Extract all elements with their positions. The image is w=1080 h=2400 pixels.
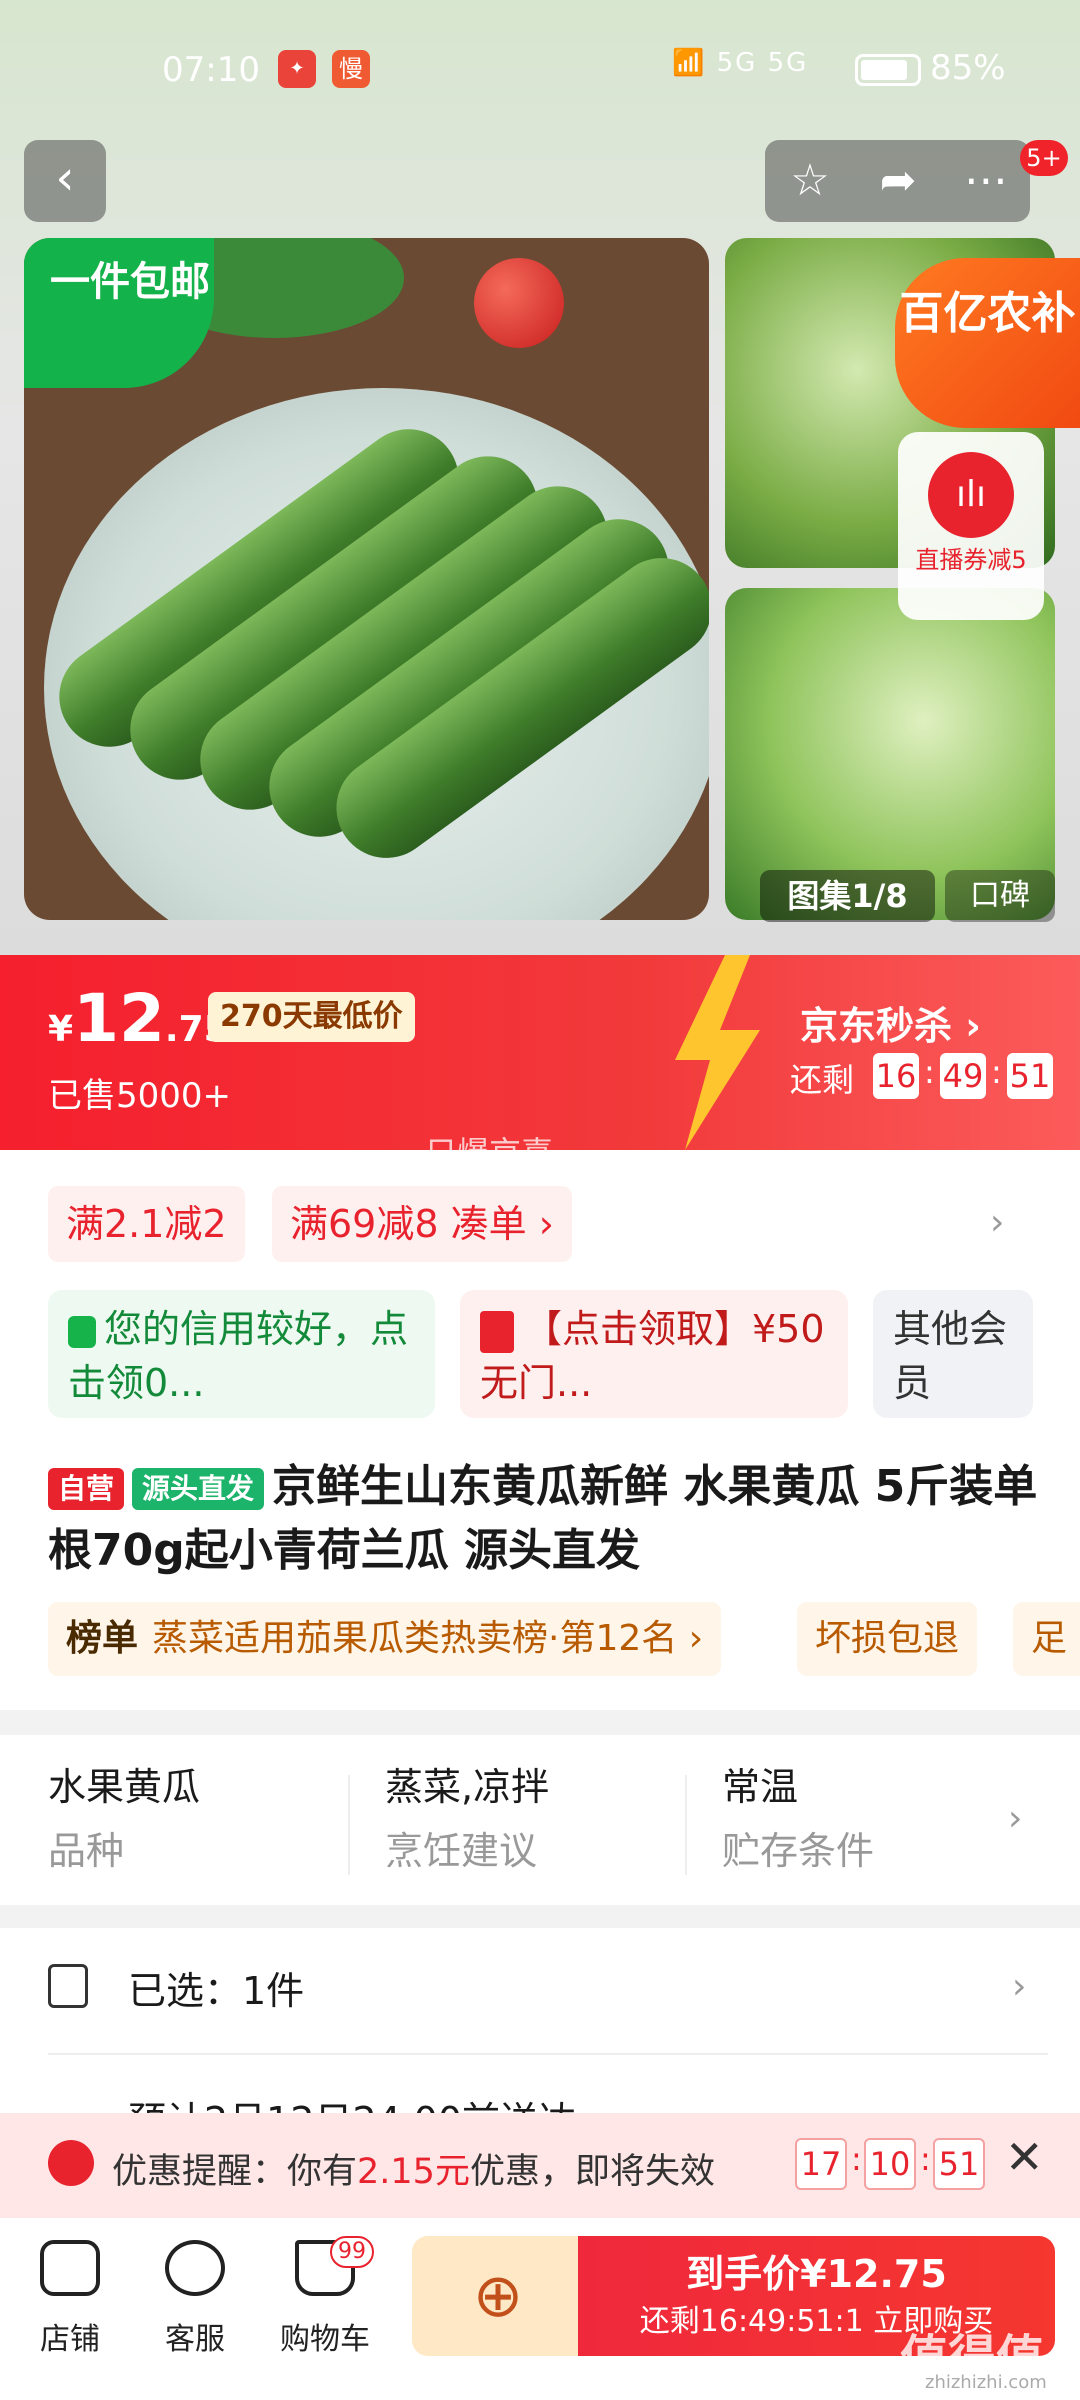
attribute-value: 蒸菜,凉拌 [385, 1765, 550, 1809]
coupon-benefit-card[interactable]: 【点击领取】¥50无门... [460, 1290, 848, 1418]
add-to-cart-button[interactable]: ⊕ [412, 2236, 584, 2356]
chevron-left-icon: ‹ [55, 150, 75, 206]
price-integer: 12 [73, 980, 165, 1057]
member-benefit-card[interactable]: 其他会员 [873, 1290, 1033, 1418]
header-toolbar: ☆ ➦ ⋯ [765, 140, 1030, 222]
selection-chevron-icon[interactable]: › [1012, 1966, 1026, 2007]
chevron-right-icon: › [965, 1004, 981, 1048]
current-price: ¥12.75 [48, 980, 229, 1057]
promo-chip-bundle[interactable]: 满69减8 凑单 › [272, 1186, 572, 1262]
divider [685, 1775, 687, 1875]
battery-icon [855, 54, 921, 86]
customer-service-button[interactable]: 客服 [135, 2240, 255, 2358]
app-notification-icon-2: 慢 [332, 50, 370, 88]
attribute-storage: 常温 贮存条件 [722, 1762, 1052, 1876]
back-button[interactable]: ‹ [24, 140, 106, 222]
attribute-key: 品种 [48, 1829, 125, 1873]
ranking-text: 蒸菜适用茄果瓜类热卖榜·第12名 [152, 1618, 678, 1659]
chat-icon [165, 2240, 225, 2296]
divider [48, 2053, 1048, 2055]
attribute-value: 常温 [722, 1765, 799, 1809]
ranking-link[interactable]: 榜单 蒸菜适用茄果瓜类热卖榜·第12名 › [48, 1602, 722, 1676]
reminder-seconds: 51 [933, 2138, 985, 2190]
colon: : [851, 2140, 862, 2178]
reminder-minutes: 10 [864, 2138, 916, 2190]
damage-refund-pill[interactable]: 坏损包退 [797, 1602, 978, 1676]
battery-percent: 85% [930, 48, 1006, 88]
message-badge: 5+ [1020, 140, 1068, 176]
colon: : [991, 1053, 1002, 1091]
reminder-suffix: 优惠，即将失效 [469, 2152, 715, 2192]
selection-icon [48, 1964, 88, 2008]
coupon-benefit-text: 【点击领取】¥50无门... [480, 1307, 825, 1405]
colon: : [920, 2140, 931, 2178]
status-time: 07:10 [162, 50, 260, 90]
ranking-label: 榜单 [66, 1618, 139, 1659]
coupon-icon [480, 1310, 514, 1353]
countdown-label: 还剩 [790, 1061, 855, 1099]
reminder-text: 优惠提醒：你有2.15元优惠，即将失效 [112, 2143, 715, 2194]
lowest-price-tag: 270天最低价 [208, 992, 415, 1042]
reminder-hours: 17 [795, 2138, 847, 2190]
reviews-tab[interactable]: 口碑 [945, 870, 1055, 922]
tomato [474, 258, 564, 348]
cart-count-badge: 99 [330, 2236, 374, 2268]
credit-benefit-text: 您的信用较好，点击领0... [68, 1307, 409, 1405]
self-operated-tag: 自营 [48, 1468, 125, 1510]
countdown-hours: 16 [873, 1053, 919, 1099]
divider [348, 1775, 350, 1875]
store-label: 店铺 [40, 2322, 100, 2357]
source-direct-tag: 源头直发 [132, 1468, 265, 1510]
service-label: 客服 [165, 2322, 225, 2357]
promo-chip-discount[interactable]: 满2.1减2 [48, 1186, 245, 1262]
live-icon: ılı [928, 452, 1014, 538]
store-button[interactable]: 店铺 [10, 2240, 130, 2358]
app-notification-icon: ✦ [278, 50, 316, 88]
full-weight-pill[interactable]: 足斤 [1013, 1602, 1080, 1676]
flash-sale-title: 京东秒杀 [800, 1004, 953, 1048]
promo-chevron-icon[interactable]: › [990, 1202, 1004, 1243]
live-coupon-label: 直播券减5 [915, 546, 1027, 574]
cart-label: 购物车 [280, 2322, 370, 2357]
selected-spec[interactable]: 已选：1件 [128, 1960, 304, 2015]
attribute-key: 贮存条件 [722, 1829, 875, 1873]
attributes-chevron-icon[interactable]: › [1008, 1798, 1022, 1839]
attribute-value: 水果黄瓜 [48, 1765, 201, 1809]
watermark-url: zhizhizhi.com [925, 2372, 1047, 2393]
cart-plus-icon: ⊕ [472, 2261, 524, 2331]
live-coupon-button[interactable]: ılı 直播券减5 [898, 432, 1044, 620]
close-icon[interactable]: ✕ [1005, 2130, 1044, 2184]
member-benefit-text: 其他会员 [893, 1307, 1008, 1405]
gallery-counter[interactable]: 图集1/8 [760, 870, 935, 922]
favorite-star-icon[interactable]: ☆ [775, 150, 845, 212]
reminder-amount: 2.15元 [357, 2152, 470, 2192]
credit-benefit-card[interactable]: 您的信用较好，点击领0... [48, 1290, 435, 1418]
currency-symbol: ¥ [48, 1009, 74, 1050]
store-icon [40, 2240, 100, 2296]
attribute-key: 烹饪建议 [385, 1829, 538, 1873]
flash-sale-link[interactable]: 京东秒杀 › [800, 995, 981, 1050]
status-bar: 07:10 ✦ 慢 📶 5G 5G 85% [0, 40, 1080, 106]
countdown-seconds: 51 [1007, 1053, 1053, 1099]
buy-price: 到手价¥12.75 [686, 2252, 947, 2296]
bag-icon [68, 1315, 96, 1348]
more-icon[interactable]: ⋯ [951, 150, 1021, 212]
attribute-cooking: 蒸菜,凉拌烹饪建议 [385, 1762, 715, 1876]
network-label: 5G 5G [716, 48, 809, 78]
signal-icon: 📶 5G 5G [672, 48, 809, 78]
subsidy-badge[interactable]: 百亿农补 [895, 258, 1080, 428]
share-icon[interactable]: ➦ [863, 150, 933, 212]
add-on-link: 凑单 [450, 1202, 527, 1246]
attribute-variety: 水果黄瓜 品种 [48, 1762, 378, 1876]
lightning-icon [675, 955, 760, 1150]
sold-count: 已售5000+ [48, 1076, 232, 1116]
colon: : [924, 1053, 935, 1091]
clock-icon [48, 2140, 94, 2186]
reminder-prefix: 优惠提醒：你有 [112, 2152, 358, 2192]
countdown-minutes: 49 [940, 1053, 986, 1099]
product-title: 自营 源头直发 京鲜生山东黄瓜新鲜 水果黄瓜 5斤装单根70g起小青荷兰瓜 源头直发 [48, 1455, 1038, 1583]
promo-chip-label: 满69减8 [290, 1202, 439, 1246]
